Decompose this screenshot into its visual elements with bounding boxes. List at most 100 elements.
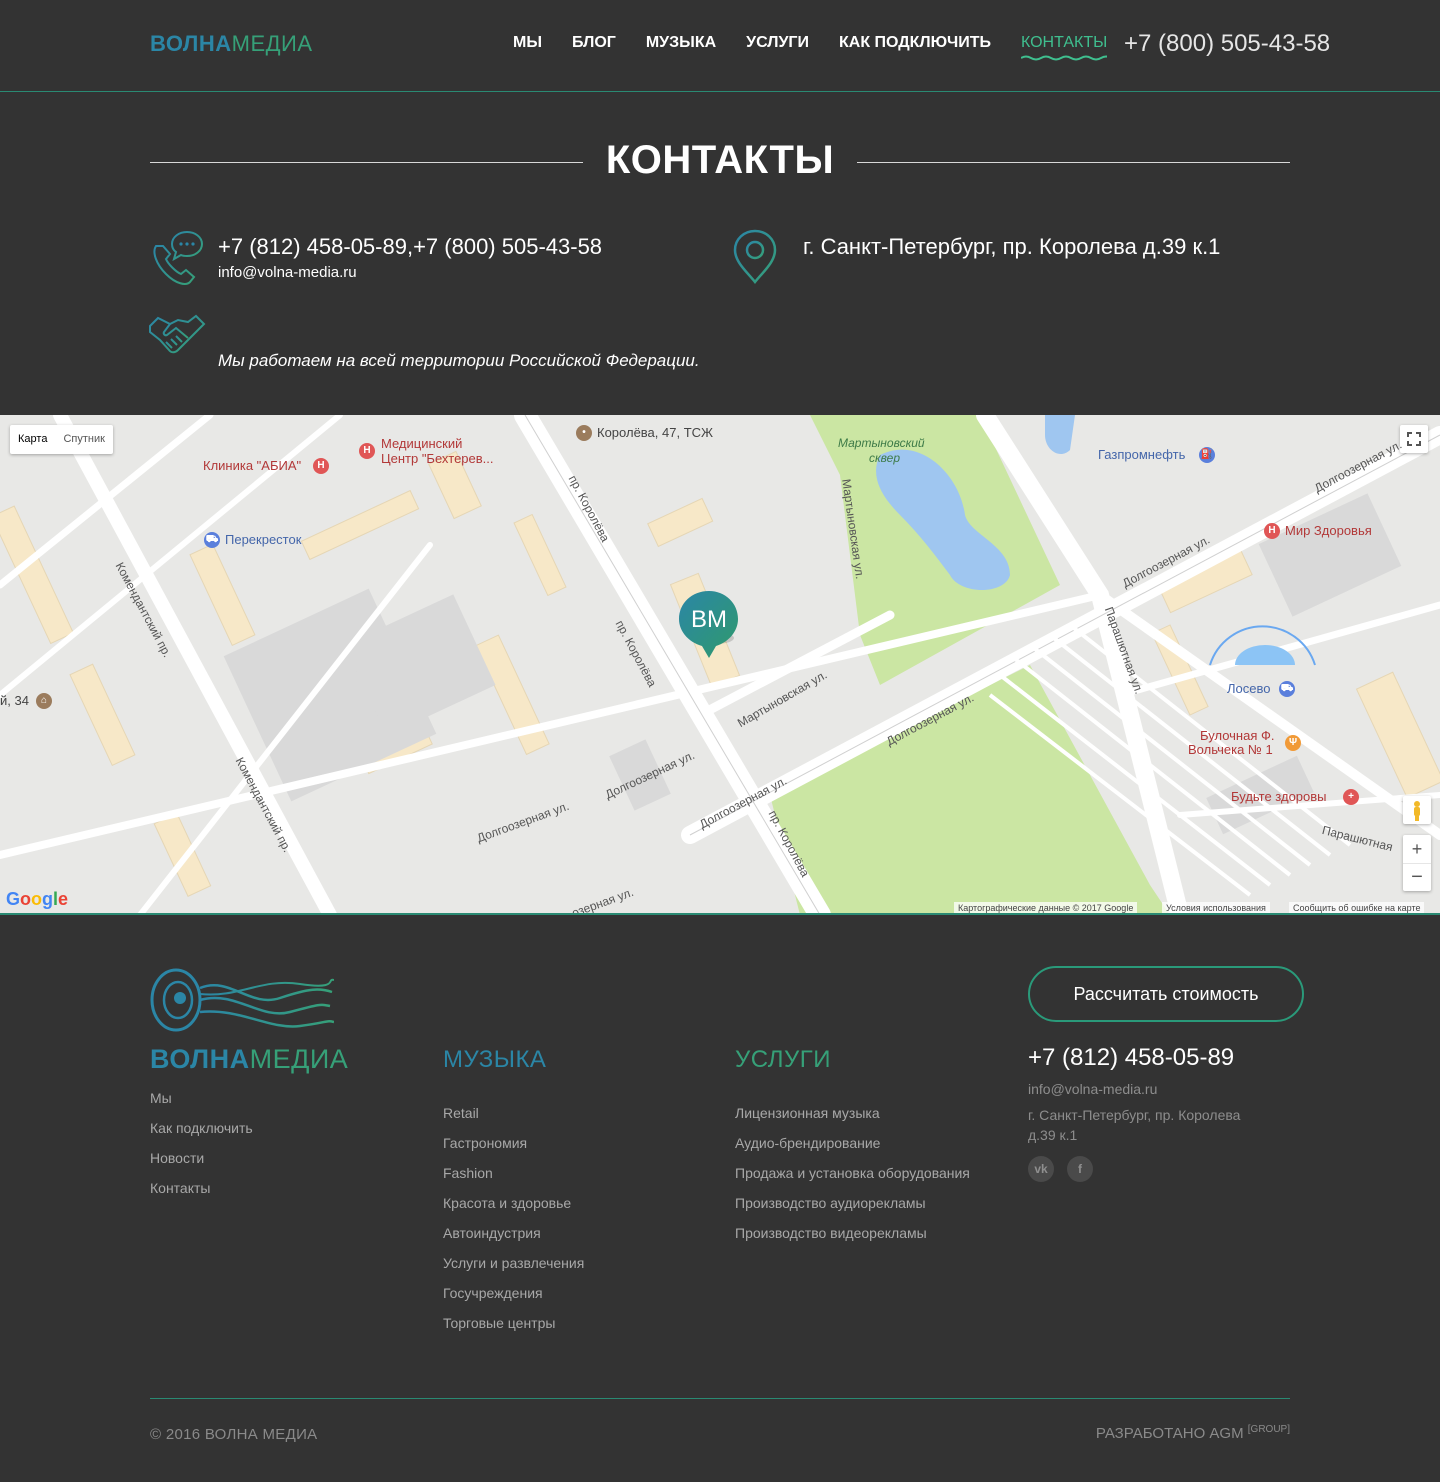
google-map[interactable]: Карта Спутник + − • Королёва, 47, ТСЖ H …	[0, 415, 1440, 915]
footer-music-title[interactable]: МУЗЫКА	[443, 1046, 546, 1074]
territory-note: Мы работаем на всей территории Российско…	[218, 351, 700, 370]
developer-credit-text: РАЗРАБОТАНО AGM	[1095, 1425, 1244, 1442]
poi-partial-icon: ⌂	[36, 693, 52, 709]
poi-mirzdorovya[interactable]: Мир Здоровья	[1285, 523, 1372, 538]
street-view-pegman[interactable]	[1403, 796, 1431, 824]
poi-medcenter-line2[interactable]: Центр "Бехтерев...	[381, 451, 494, 466]
nav-item-contacts[interactable]: КОНТАКТЫ	[1020, 34, 1108, 61]
footer-service-link[interactable]: Производство видеорекламы	[735, 1218, 970, 1248]
title-divider-left	[150, 162, 583, 163]
marker-label: ВМ	[691, 606, 727, 633]
footer-col-services: Лицензионная музыка Аудио-брендирование …	[735, 1098, 970, 1248]
poi-bakery-icon: Ψ	[1285, 735, 1301, 751]
nav-item-services[interactable]: УСЛУГИ	[746, 34, 809, 52]
footer-logo-light: МЕДИА	[249, 1044, 349, 1074]
poi-medcenter-icon: H	[359, 443, 375, 459]
map-type-switch: Карта Спутник	[10, 425, 113, 454]
contact-address: г. Санкт-Петербург, пр. Королева д.39 к.…	[803, 234, 1221, 259]
poi-budte[interactable]: Будьте здоровы	[1231, 789, 1327, 804]
footer-music-link[interactable]: Автоиндустрия	[443, 1218, 584, 1248]
map-attribution: Картографические данные © 2017 Google	[954, 902, 1138, 913]
developer-credit-sup: [GROUP]	[1247, 1424, 1290, 1435]
title-divider-right	[857, 162, 1290, 163]
page-title: КОНТАКТЫ	[605, 138, 835, 182]
poi-koroleva47[interactable]: Королёва, 47, ТСЖ	[597, 425, 713, 440]
poi-perekrestok-icon: ⛟	[204, 532, 220, 548]
footer-link-news[interactable]: Новости	[150, 1143, 253, 1173]
footer-link-contacts[interactable]: Контакты	[150, 1173, 253, 1203]
contact-phones[interactable]: +7 (812) 458-05-89,+7 (800) 505-43-58	[218, 234, 602, 260]
map-terms-link[interactable]: Условия использования	[1162, 902, 1270, 913]
pegman-icon	[1414, 801, 1420, 821]
poi-partial[interactable]: й, 34	[0, 693, 29, 708]
footer-service-link[interactable]: Лицензионная музыка	[735, 1098, 970, 1128]
poi-gazprom[interactable]: Газпромнефть	[1098, 447, 1185, 462]
developer-credit[interactable]: РАЗРАБОТАНО AGM [GROUP]	[1096, 1424, 1290, 1442]
google-logo: Google	[6, 889, 69, 909]
poi-losevo-icon: ⛟	[1279, 681, 1295, 697]
footer-email[interactable]: info@volna-media.ru	[1028, 1081, 1157, 1097]
footer-link-how-to-connect[interactable]: Как подключить	[150, 1113, 253, 1143]
nav-item-my[interactable]: МЫ	[513, 34, 542, 52]
footer-music-link[interactable]: Fashion	[443, 1158, 584, 1188]
footer-music-link[interactable]: Гастрономия	[443, 1128, 584, 1158]
nav-item-contacts-label: КОНТАКТЫ	[1020, 34, 1108, 51]
facebook-icon[interactable]: f	[1067, 1156, 1093, 1182]
map-report-link[interactable]: Сообщить об ошибке на карте	[1289, 902, 1425, 913]
poi-losevo[interactable]: Лосево	[1227, 681, 1270, 696]
map-type-satellite[interactable]: Спутник	[55, 425, 112, 454]
header: ВОЛНАМЕДИА МЫ БЛОГ МУЗЫКА УСЛУГИ КАК ПОД…	[0, 0, 1440, 92]
poi-bakery-line2[interactable]: Вольчека № 1	[1188, 742, 1273, 757]
zoom-out-button[interactable]: −	[1403, 863, 1431, 891]
header-phone[interactable]: +7 (800) 505-43-58	[1124, 30, 1330, 58]
poi-budte-icon: +	[1343, 789, 1359, 805]
main-nav: МЫ БЛОГ МУЗЫКА УСЛУГИ КАК ПОДКЛЮЧИТЬ КОН…	[513, 34, 1137, 61]
logo-light: МЕДИА	[231, 31, 313, 56]
poi-perekrestok[interactable]: Перекресток	[225, 532, 301, 547]
location-pin-icon	[733, 229, 777, 284]
vk-icon[interactable]: vk	[1028, 1156, 1054, 1182]
logo-bold: ВОЛНА	[150, 31, 232, 56]
poi-abia[interactable]: Клиника "АБИА"	[203, 458, 301, 473]
phone-chat-icon	[153, 230, 204, 285]
footer-music-link[interactable]: Retail	[443, 1098, 584, 1128]
copyright: © 2016 ВОЛНА МЕДИА	[150, 1426, 318, 1443]
footer-services-title[interactable]: УСЛУГИ	[735, 1046, 831, 1074]
footer-logo-text[interactable]: ВОЛНАМЕДИА	[150, 1044, 348, 1075]
calculate-cost-button[interactable]: Рассчитать стоимость	[1028, 966, 1304, 1022]
nav-item-music[interactable]: МУЗЫКА	[646, 34, 716, 52]
page-title-row: КОНТАКТЫ	[150, 138, 1290, 186]
company-map-marker[interactable]: ВМ	[678, 590, 740, 660]
nav-item-how-to-connect[interactable]: КАК ПОДКЛЮЧИТЬ	[839, 34, 991, 52]
footer-col-music: Retail Гастрономия Fashion Красота и здо…	[443, 1098, 584, 1338]
footer-music-link[interactable]: Госучреждения	[443, 1278, 584, 1308]
footer-address: г. Санкт-Петербург, пр. Королева д.39 к.…	[1028, 1107, 1241, 1143]
poi-medcenter-line1[interactable]: Медицинский	[381, 436, 462, 451]
footer-logo-bold: ВОЛНА	[150, 1044, 250, 1074]
poi-bakery-line1[interactable]: Булочная Ф.	[1200, 728, 1274, 743]
footer-link-my[interactable]: Мы	[150, 1083, 253, 1113]
footer-music-link[interactable]: Услуги и развлечения	[443, 1248, 584, 1278]
footer-service-link[interactable]: Аудио-брендирование	[735, 1128, 970, 1158]
footer-phone[interactable]: +7 (812) 458-05-89	[1028, 1044, 1234, 1072]
nav-item-blog[interactable]: БЛОГ	[572, 34, 616, 52]
handshake-icon	[149, 314, 206, 354]
footer-col-main: Мы Как подключить Новости Контакты	[150, 1083, 253, 1203]
footer-service-link[interactable]: Производство аудиорекламы	[735, 1188, 970, 1218]
poi-abia-icon: H	[313, 458, 329, 474]
fullscreen-button[interactable]	[1400, 425, 1428, 453]
zoom-controls: + −	[1403, 835, 1431, 891]
poi-koroleva47-icon: •	[576, 425, 592, 441]
logo[interactable]: ВОЛНАМЕДИА	[150, 31, 313, 57]
footer-service-link[interactable]: Продажа и установка оборудования	[735, 1158, 970, 1188]
poi-gazprom-icon: ⛽	[1199, 447, 1215, 463]
active-underline-wave	[1020, 55, 1107, 61]
poi-mirzdorovya-icon: H	[1264, 523, 1280, 539]
footer-music-link[interactable]: Торговые центры	[443, 1308, 584, 1338]
zoom-in-button[interactable]: +	[1403, 835, 1431, 863]
poi-martynov-line2[interactable]: сквер	[869, 451, 900, 465]
map-type-map[interactable]: Карта	[10, 425, 55, 454]
contact-email[interactable]: info@volna-media.ru	[218, 264, 357, 281]
footer-music-link[interactable]: Красота и здоровье	[443, 1188, 584, 1218]
poi-martynov-line1[interactable]: Мартыновский	[838, 436, 925, 450]
